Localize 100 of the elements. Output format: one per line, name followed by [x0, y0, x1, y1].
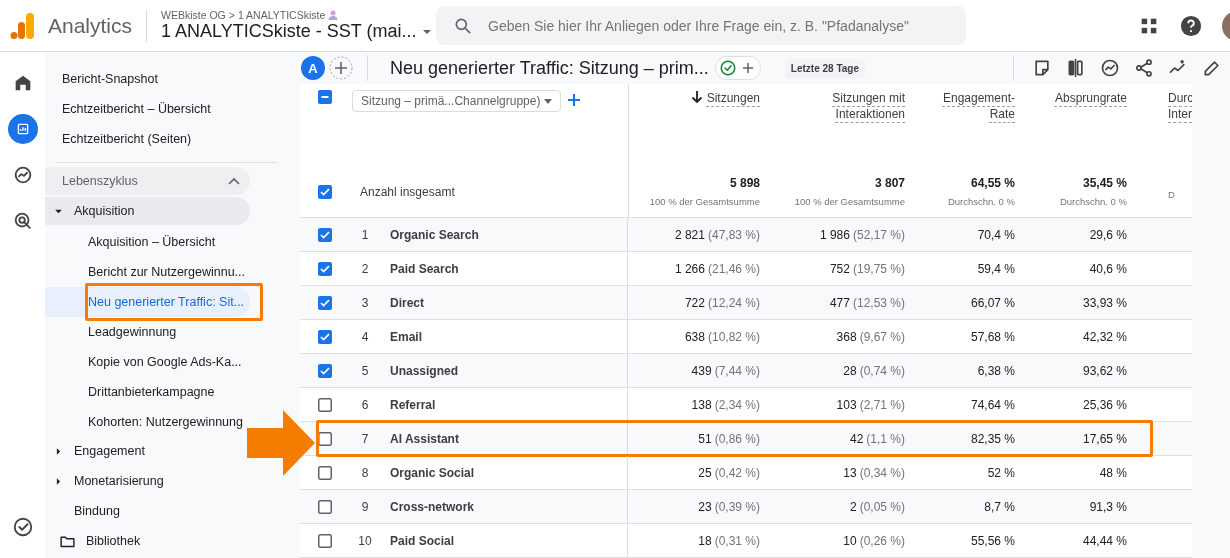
- bar-chart-icon[interactable]: [7, 114, 38, 144]
- checkbox[interactable]: [318, 533, 332, 548]
- row-number: 7: [361, 431, 369, 446]
- checkbox[interactable]: [318, 397, 332, 412]
- table-cell: 74,64 %: [970, 397, 1015, 412]
- nav-item[interactable]: Drittanbieterkampagne: [45, 377, 215, 407]
- table-cell: 1 986 (52,17 %): [819, 227, 905, 242]
- property-selector[interactable]: 1 ANALYTICSkiste - SST (mai...: [161, 21, 417, 42]
- annotation-arrow: [247, 410, 315, 476]
- checkbox[interactable]: [318, 499, 332, 514]
- add-comparison-icon[interactable]: [329, 56, 353, 80]
- edit-icon[interactable]: [1202, 58, 1222, 78]
- table-cell: 52 %: [987, 465, 1015, 480]
- date-range-badge[interactable]: Letzte 28 Tage: [784, 58, 865, 78]
- help-icon[interactable]: [1180, 14, 1202, 37]
- checkbox[interactable]: [318, 261, 332, 276]
- table-cell: 91,3 %: [1089, 499, 1127, 514]
- table-cell: 439 (7,44 %): [691, 363, 760, 378]
- nav-item[interactable]: Leadgewinnung: [45, 317, 177, 347]
- table-cell: 138 (2,34 %): [691, 397, 760, 412]
- table-cell: 25 (0,42 %): [698, 465, 760, 480]
- logo-icon: [10, 11, 36, 40]
- table-cell: 59,4 %: [977, 261, 1015, 276]
- nav-item[interactable]: Akquisition – Übersicht: [45, 227, 216, 257]
- person-icon: [328, 10, 339, 20]
- column-header[interactable]: Sitzungen: [706, 90, 760, 106]
- add-dimension-icon[interactable]: [567, 93, 582, 107]
- total-value: 64,55 %: [970, 176, 1015, 190]
- table-cell: 13 (0,34 %): [843, 465, 905, 480]
- total-note: Durchschn. 0 %: [1059, 196, 1127, 207]
- select-all-checkbox[interactable]: [318, 90, 332, 104]
- table-cell: 42,32 %: [1082, 329, 1127, 344]
- checkbox[interactable]: [318, 329, 332, 344]
- dimension-dropdown[interactable]: Sitzung – primä...Channelgruppe): [352, 90, 562, 112]
- dropdown-icon[interactable]: [422, 28, 433, 35]
- table-cell: 477 (12,53 %): [829, 295, 905, 310]
- nav-item[interactable]: Bericht-Snapshot: [45, 64, 158, 94]
- nav-item[interactable]: Echtzeitbericht – Übersicht: [45, 94, 211, 124]
- table-cell: 6,38 %: [977, 363, 1015, 378]
- property-link[interactable]: 1 ANALYTICSkiste: [237, 9, 326, 21]
- table-cell: 2 821 (47,83 %): [674, 227, 760, 242]
- table-cell: 752 (19,75 %): [829, 261, 905, 276]
- note-icon[interactable]: [1032, 58, 1052, 78]
- account-link[interactable]: WEBkiste OG: [161, 9, 226, 21]
- total-value: 3 807: [874, 176, 905, 190]
- total-note: 100 % der Gesamtsumme: [649, 196, 760, 207]
- row-number: 6: [361, 397, 369, 412]
- table-cell: 93,62 %: [1082, 363, 1127, 378]
- breadcrumb-separator: >: [228, 9, 235, 21]
- table-cell: 33,93 %: [1082, 295, 1127, 310]
- product-name: Analytics: [48, 13, 133, 38]
- nav-item[interactable]: Bibliothek: [86, 534, 141, 548]
- checkbox[interactable]: [318, 184, 332, 199]
- column-header[interactable]: Absprungrate: [1054, 90, 1127, 106]
- table-cell: 10 (0,26 %): [843, 533, 905, 548]
- check-circle-icon[interactable]: [11, 516, 34, 538]
- check-circle-icon[interactable]: [718, 59, 737, 77]
- column-header[interactable]: Sitzungen mit Interaktionen: [810, 90, 905, 122]
- table-cell: 29,6 %: [1089, 227, 1127, 242]
- nav-group[interactable]: Monetarisierung: [74, 474, 164, 488]
- table-cell: 368 (9,67 %): [836, 329, 905, 344]
- table-cell: 722 (12,24 %): [684, 295, 760, 310]
- caret-icon[interactable]: [544, 98, 553, 104]
- share-icon[interactable]: [1134, 58, 1154, 78]
- row-number: 9: [361, 499, 369, 514]
- checkbox[interactable]: [318, 295, 332, 310]
- nav-item[interactable]: Echtzeitbericht (Seiten): [45, 124, 192, 154]
- section-header[interactable]: Lebenszyklus: [45, 167, 250, 195]
- table-cell: 103 (2,71 %): [836, 397, 905, 412]
- table-cell: 48 %: [1099, 465, 1127, 480]
- row-number: 8: [361, 465, 369, 480]
- row-number: 1: [361, 227, 369, 242]
- checkbox[interactable]: [318, 227, 332, 242]
- comparison-avatar[interactable]: A: [301, 56, 325, 80]
- channel-name: Paid Search: [390, 261, 459, 276]
- channel-name: Unassigned: [390, 363, 458, 378]
- chevron-icon[interactable]: [228, 177, 240, 185]
- row-number: 10: [358, 533, 372, 548]
- search-field[interactable]: Geben Sie hier Ihr Anliegen oder Ihre Frage ein, z. B. "Pfadanalyse": [436, 6, 967, 45]
- insights-icon[interactable]: [1100, 58, 1120, 78]
- nav-group[interactable]: Engagement: [74, 444, 145, 458]
- table-cell: 82,35 %: [970, 431, 1015, 446]
- nav-group[interactable]: Bindung: [74, 504, 120, 518]
- checkbox[interactable]: [318, 363, 332, 378]
- compare-columns-icon[interactable]: [1066, 58, 1086, 78]
- total-note: Durchschn. 0 %: [947, 196, 1015, 207]
- nav-item[interactable]: Neu generierter Traffic: Sit...: [45, 287, 250, 317]
- column-header[interactable]: Engagement-Rate: [920, 90, 1015, 122]
- report-title: Neu generierter Traffic: Sitzung – prim...: [390, 57, 709, 79]
- table-cell: 23 (0,39 %): [698, 499, 760, 514]
- nav-item[interactable]: Kopie von Google Ads-Ka...: [45, 347, 242, 377]
- nav-group[interactable]: Akquisition: [74, 204, 135, 218]
- table-cell: 18 (0,31 %): [698, 533, 760, 548]
- table-cell: 25,36 %: [1082, 397, 1127, 412]
- checkbox[interactable]: [318, 465, 332, 480]
- sort-arrow-icon[interactable]: [690, 90, 703, 103]
- row-number: 2: [361, 261, 369, 276]
- nav-item[interactable]: Bericht zur Nutzergewinnu...: [45, 257, 245, 287]
- table-cell: 2 (0,05 %): [849, 499, 905, 514]
- nav-item[interactable]: Kohorten: Nutzergewinnung: [45, 407, 243, 437]
